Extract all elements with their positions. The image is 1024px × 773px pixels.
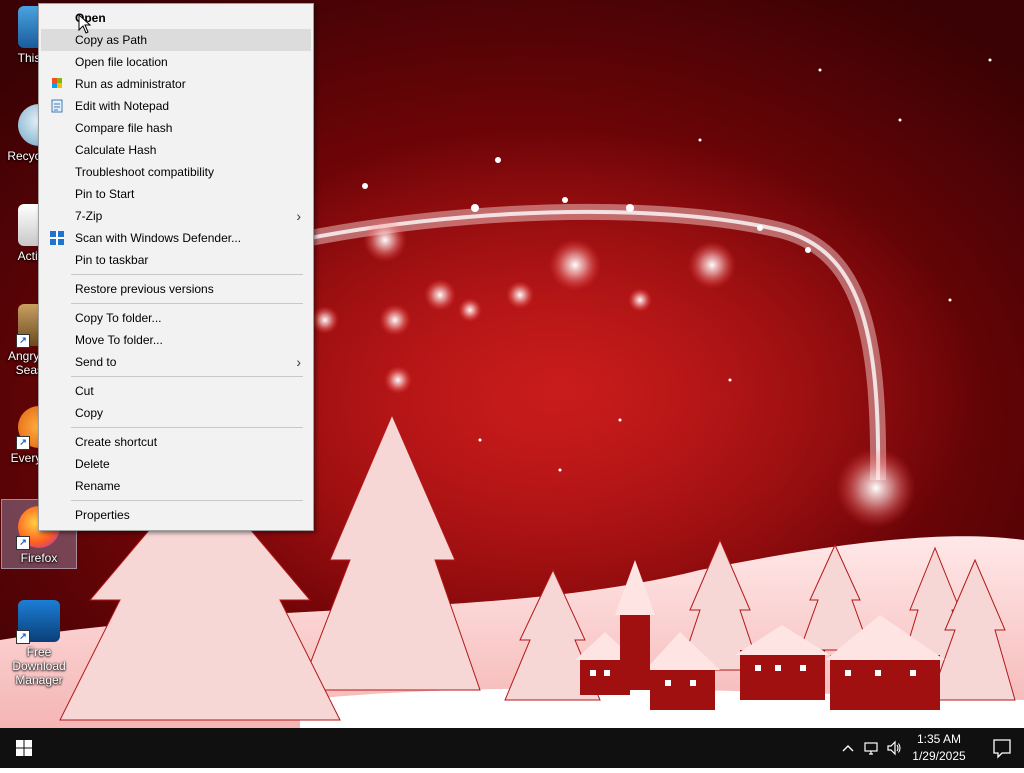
menu-item-label: Restore previous versions [75, 282, 214, 296]
menu-item-7-zip[interactable]: 7-Zip › [41, 205, 311, 227]
defender-icon [50, 231, 64, 245]
menu-item-send-to[interactable]: Send to › [41, 351, 311, 373]
menu-separator [71, 303, 303, 304]
menu-item-open-file-location[interactable]: Open file location [41, 51, 311, 73]
mouse-cursor-icon [78, 14, 92, 34]
menu-item-label: Compare file hash [75, 121, 173, 135]
notification-icon [993, 739, 1011, 759]
menu-item-label: Run as administrator [75, 77, 186, 91]
chevron-right-icon: › [296, 354, 301, 370]
taskbar-clock[interactable]: 1:35 AM 1/29/2025 [894, 731, 984, 765]
menu-item-properties[interactable]: Properties [41, 504, 311, 526]
menu-item-troubleshoot-compatibility[interactable]: Troubleshoot compatibility [41, 161, 311, 183]
menu-item-edit-with-notepad[interactable]: Edit with Notepad [41, 95, 311, 117]
download-manager-icon: ↗ [16, 600, 60, 644]
shortcut-arrow-icon: ↗ [16, 436, 30, 450]
menu-item-label: Scan with Windows Defender... [75, 231, 242, 245]
menu-separator [71, 376, 303, 377]
start-button[interactable] [0, 728, 48, 768]
shortcut-arrow-icon: ↗ [16, 334, 30, 348]
menu-item-label: Properties [75, 508, 130, 522]
menu-item-label: Rename [75, 479, 121, 493]
menu-item-rename[interactable]: Rename [41, 475, 311, 497]
network-icon[interactable] [863, 740, 879, 756]
menu-item-calculate-hash[interactable]: Calculate Hash [41, 139, 311, 161]
menu-item-pin-to-start[interactable]: Pin to Start [41, 183, 311, 205]
menu-item-delete[interactable]: Delete [41, 453, 311, 475]
menu-item-move-to-folder[interactable]: Move To folder... [41, 329, 311, 351]
menu-item-label: Edit with Notepad [75, 99, 170, 113]
menu-item-label: Troubleshoot compatibility [75, 165, 214, 179]
windows-logo-icon [16, 740, 32, 756]
menu-separator [71, 500, 303, 501]
menu-item-cut[interactable]: Cut [41, 380, 311, 402]
menu-item-label: Send to [75, 355, 117, 369]
menu-item-label: Create shortcut [75, 435, 158, 449]
menu-item-pin-to-taskbar[interactable]: Pin to taskbar [41, 249, 311, 271]
menu-item-label: Copy [75, 406, 104, 420]
menu-item-scan-with-windows-defender[interactable]: Scan with Windows Defender... [41, 227, 311, 249]
menu-item-label: Pin to Start [75, 187, 135, 201]
shortcut-arrow-icon: ↗ [16, 536, 30, 550]
menu-item-label: Open file location [75, 55, 168, 69]
notepad-icon [51, 99, 63, 113]
menu-separator [71, 427, 303, 428]
menu-item-label: Copy To folder... [75, 311, 162, 325]
clock-date: 1/29/2025 [912, 749, 966, 763]
taskbar: 1:35 AM 1/29/2025 [0, 728, 1024, 768]
menu-item-label: Delete [75, 457, 110, 471]
menu-item-restore-previous-versions[interactable]: Restore previous versions [41, 278, 311, 300]
menu-item-label: Calculate Hash [75, 143, 157, 157]
chevron-right-icon: › [296, 208, 301, 224]
shield-icon [52, 78, 62, 88]
shortcut-arrow-icon: ↗ [16, 630, 30, 644]
desktop-icon-label: Free Download Manager [12, 645, 66, 687]
menu-item-label: Copy as Path [75, 33, 148, 47]
show-hidden-icons-chevron-up-icon[interactable] [840, 740, 856, 756]
menu-item-create-shortcut[interactable]: Create shortcut [41, 431, 311, 453]
desktop-icon-free-download-manager[interactable]: ↗ Free Download Manager [2, 594, 76, 687]
menu-item-copy-to-folder[interactable]: Copy To folder... [41, 307, 311, 329]
menu-item-label: 7-Zip [75, 209, 103, 223]
menu-item-compare-file-hash[interactable]: Compare file hash [41, 117, 311, 139]
clock-time: 1:35 AM [916, 732, 962, 746]
menu-item-label: Cut [75, 384, 94, 398]
menu-item-label: Move To folder... [75, 333, 163, 347]
menu-item-copy[interactable]: Copy [41, 402, 311, 424]
menu-item-label: Pin to taskbar [75, 253, 149, 267]
menu-separator [71, 274, 303, 275]
action-center-button[interactable] [980, 728, 1024, 768]
context-menu: Open Copy as Path Open file location Run as… [38, 3, 314, 531]
menu-item-run-as-administrator[interactable]: Run as administrator [41, 73, 311, 95]
desktop-icon-label: Firefox [20, 551, 58, 565]
